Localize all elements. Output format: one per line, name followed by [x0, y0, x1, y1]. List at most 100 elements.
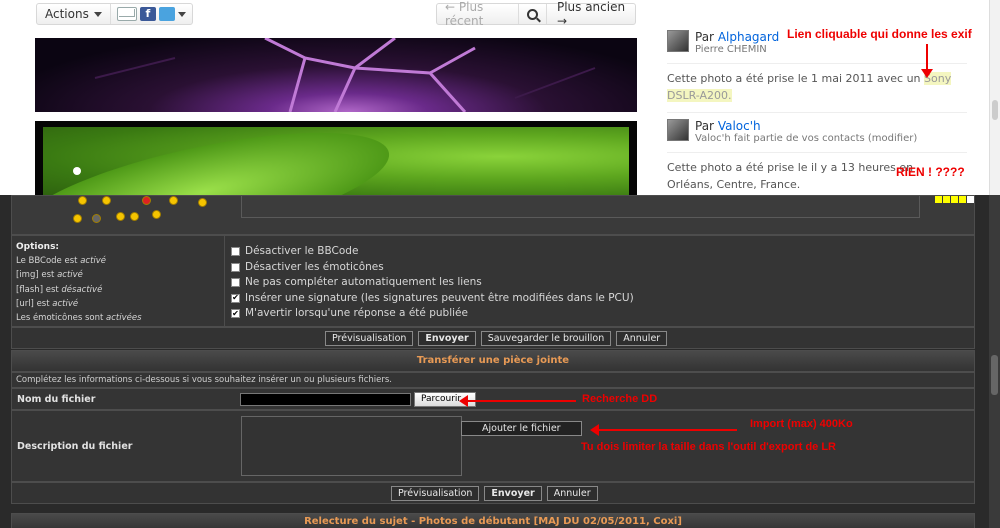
- color-palette[interactable]: [935, 196, 974, 203]
- add-file-button[interactable]: Ajouter le fichier: [461, 421, 582, 436]
- smiley-panel: [72, 196, 207, 230]
- checkbox[interactable]: [231, 262, 240, 272]
- magnifier-icon: [527, 8, 539, 20]
- leaf-veins: [94, 38, 596, 112]
- divider: [667, 63, 967, 64]
- attachment-intro: Complétez les informations ci-dessous si…: [11, 372, 975, 388]
- zoom-button[interactable]: [518, 4, 547, 24]
- topic-review-header: Relecture du sujet - Photos de débutant …: [11, 513, 975, 528]
- submit-buttons: Prévisualisation Envoyer Sauvegarder le …: [325, 331, 668, 346]
- chevron-down-icon: [93, 11, 102, 17]
- photo-toolbar: Actions f: [36, 3, 193, 25]
- annotation-arrow-left: [459, 395, 576, 407]
- camera-link-model[interactable]: DSLR-A200.: [667, 89, 732, 102]
- divider: [667, 152, 967, 153]
- attachment-header: Transférer une pièce jointe: [11, 350, 975, 372]
- divider: [667, 112, 967, 113]
- scrollbar-thumb[interactable]: [992, 100, 998, 120]
- annotation-exif: Lien cliquable qui donne les exif: [787, 27, 972, 41]
- annotation-arrow-left: [590, 424, 737, 436]
- cancel-button[interactable]: Annuler: [546, 486, 598, 501]
- facebook-icon[interactable]: f: [139, 7, 156, 21]
- checkbox-checked[interactable]: ✔: [231, 309, 240, 319]
- options-panel: Options: Le BBCode est activé [img] est …: [11, 235, 975, 328]
- scrollbar-thumb[interactable]: [991, 355, 998, 395]
- viewer-link[interactable]: Valoc'h: [718, 119, 761, 133]
- annotation-search-dd: Recherche DD: [582, 393, 658, 405]
- filename-label: Nom du fichier: [17, 394, 96, 405]
- smiley-icon[interactable]: [92, 214, 101, 223]
- filename-row: Nom du fichier Parcourir...: [11, 388, 975, 410]
- submit-button[interactable]: Envoyer: [484, 486, 542, 501]
- editor-area: [11, 195, 975, 235]
- viewer-contact-note: Valoc'h fait partie de vos contacts (mod…: [695, 133, 918, 144]
- viewer-avatar[interactable]: [667, 119, 689, 141]
- location-text: Cette photo a été prise le il y a 13 heu…: [667, 161, 914, 174]
- checkbox[interactable]: [231, 278, 240, 288]
- annotation-rien: RIEN ! ????: [896, 165, 965, 179]
- smiley-icon[interactable]: [116, 212, 125, 221]
- preview-button[interactable]: Prévisualisation: [325, 331, 414, 346]
- description-label: Description du fichier: [17, 441, 133, 452]
- location-value: Orléans, Centre, France.: [667, 178, 801, 191]
- photo-green-leaf[interactable]: [35, 121, 637, 201]
- smiley-icon[interactable]: [78, 196, 87, 205]
- option-status-line: Le BBCode est activé: [16, 256, 107, 267]
- annotation-import-max: Import (max) 400Ko: [750, 418, 853, 430]
- save-draft-button[interactable]: Sauvegarder le brouillon: [480, 331, 612, 346]
- by-prefix: Par: [695, 119, 714, 133]
- checkbox-disable-smilies[interactable]: Désactiver les émoticônes: [231, 260, 634, 276]
- message-textarea[interactable]: [241, 196, 920, 218]
- photo-purple-leaf[interactable]: [35, 38, 637, 112]
- forum-reply-form: Options: Le BBCode est activé [img] est …: [0, 195, 1000, 528]
- options-heading: Options:: [16, 242, 60, 252]
- checkbox-checked[interactable]: ✔: [231, 293, 240, 303]
- owner-realname: Pierre CHEMIN: [695, 44, 767, 55]
- twitter-icon[interactable]: [158, 7, 175, 21]
- option-status-line: [url] est activé: [16, 298, 79, 309]
- smiley-icon[interactable]: [130, 212, 139, 221]
- exif-text: Cette photo a été prise le 1 mai 2011 av…: [667, 72, 921, 85]
- file-description-textarea[interactable]: [241, 416, 462, 476]
- submit-button[interactable]: Envoyer: [418, 331, 476, 346]
- share-more-chevron-icon[interactable]: [177, 11, 186, 17]
- smiley-icon[interactable]: [73, 214, 82, 223]
- checkbox-notify-reply[interactable]: ✔ M'avertir lorsqu'une réponse a été publ…: [231, 306, 634, 322]
- green-leaf-image: [43, 127, 629, 201]
- option-status-line: [flash] est désactivé: [16, 284, 103, 295]
- page-scrollbar[interactable]: [989, 0, 1000, 195]
- smiley-icon[interactable]: [102, 196, 111, 205]
- email-icon[interactable]: [116, 7, 137, 21]
- annotation-resize-hint: Tu dois limiter la taille dans l'outil d…: [581, 441, 837, 453]
- checkbox-disable-bbcode[interactable]: Désactiver le BBCode: [231, 244, 634, 260]
- options-status: Options: Le BBCode est activé [img] est …: [16, 240, 142, 325]
- smiley-icon[interactable]: [198, 198, 207, 207]
- viewer-row: Par Valoc'h Valoc'h fait partie de vos c…: [667, 119, 967, 144]
- owner-avatar[interactable]: [667, 30, 689, 52]
- bottom-submit-row: Prévisualisation Envoyer Annuler: [11, 482, 975, 504]
- smiley-icon[interactable]: [142, 196, 151, 205]
- checkbox-disable-autolinks[interactable]: Ne pas compléter automatiquement les lie…: [231, 275, 634, 291]
- smiley-icon[interactable]: [152, 210, 161, 219]
- older-link[interactable]: Plus ancien →: [547, 0, 635, 28]
- option-status-line: [img] est activé: [16, 270, 83, 281]
- checkbox-attach-signature[interactable]: ✔ Insérer une signature (les signatures p…: [231, 291, 634, 307]
- forum-scrollbar[interactable]: [989, 195, 1000, 528]
- actions-menu[interactable]: Actions: [37, 4, 111, 24]
- owner-link[interactable]: Alphagard: [718, 30, 779, 44]
- bottom-submit-buttons: Prévisualisation Envoyer Annuler: [391, 486, 598, 501]
- submit-row: Prévisualisation Envoyer Sauvegarder le …: [11, 327, 975, 349]
- newer-link[interactable]: ← Plus récent: [437, 0, 518, 28]
- annotation-arrow: [921, 44, 933, 78]
- by-prefix: Par: [695, 30, 714, 44]
- cancel-button[interactable]: Annuler: [616, 331, 668, 346]
- checkbox[interactable]: [231, 247, 240, 257]
- actions-label: Actions: [45, 7, 89, 21]
- photo-navigation: ← Plus récent Plus ancien →: [436, 0, 636, 28]
- share-group: f: [111, 7, 192, 21]
- smiley-icon[interactable]: [169, 196, 178, 205]
- screenshot-root: Actions f ← Plus récent Plus ancien → Pa…: [0, 0, 1000, 528]
- preview-button[interactable]: Prévisualisation: [391, 486, 480, 501]
- file-path-input[interactable]: [240, 393, 411, 406]
- options-checkboxes: Désactiver le BBCode Désactiver les émot…: [231, 244, 634, 322]
